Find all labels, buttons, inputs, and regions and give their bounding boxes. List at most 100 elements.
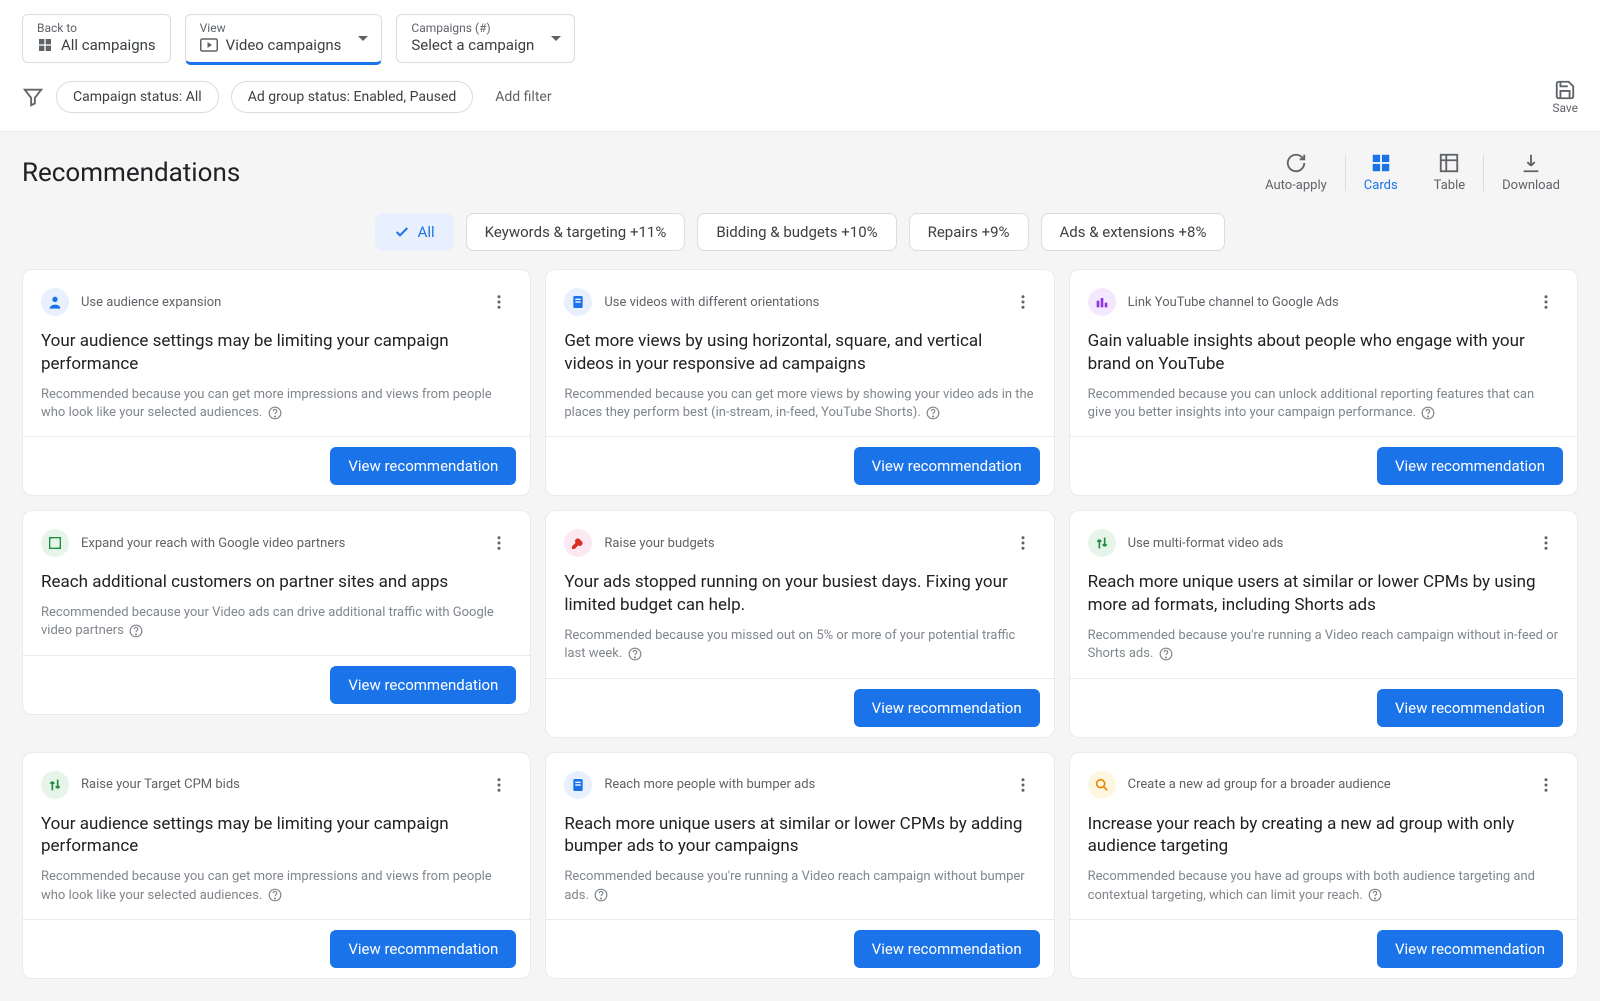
card-type-label: Use audience expansion [81,295,221,310]
card-menu-button[interactable] [1010,772,1036,798]
download-button[interactable]: Download [1484,152,1578,193]
save-button[interactable]: Save [1552,79,1578,115]
view-recommendation-button[interactable]: View recommendation [1377,930,1563,968]
table-view-button[interactable]: Table [1416,152,1483,193]
category-repairs[interactable]: Repairs +9% [909,213,1029,251]
video-icon [200,38,218,52]
recommendation-card: Use multi-format video ads Reach more un… [1069,510,1578,737]
category-ads[interactable]: Ads & extensions +8% [1041,213,1226,251]
recommendation-card: Create a new ad group for a broader audi… [1069,752,1578,979]
view-recommendation-button[interactable]: View recommendation [330,930,516,968]
card-reason: Recommended because you can get more imp… [41,868,512,904]
card-title: Your ads stopped running on your busiest… [564,571,1035,617]
chevron-down-icon [550,35,562,43]
card-title: Reach additional customers on partner si… [41,571,512,594]
auto-apply-button[interactable]: Auto-apply [1247,152,1345,193]
card-menu-button[interactable] [1533,772,1559,798]
card-menu-button[interactable] [1010,530,1036,556]
card-title: Get more views by using horizontal, squa… [564,330,1035,376]
view-recommendation-button[interactable]: View recommendation [1377,689,1563,727]
help-icon[interactable] [268,406,282,420]
help-icon[interactable] [129,624,143,638]
card-type-icon [41,771,69,799]
card-reason: Recommended because you're running a Vid… [564,868,1035,904]
category-bidding[interactable]: Bidding & budgets +10% [697,213,896,251]
help-icon[interactable] [1421,406,1435,420]
card-type-icon [41,288,69,316]
view-recommendation-button[interactable]: View recommendation [330,447,516,485]
filter-chip-campaign-status[interactable]: Campaign status: All [56,81,219,113]
back-to-dropdown[interactable]: Back to All campaigns [22,14,171,63]
back-to-label: Back to [37,21,156,35]
card-title: Reach more unique users at similar or lo… [564,813,1035,859]
cards-label: Cards [1364,178,1398,193]
card-reason: Recommended because you can unlock addit… [1088,386,1559,422]
card-type-icon [1088,771,1116,799]
card-reason: Recommended because your Video ads can d… [41,604,512,640]
save-icon [1554,79,1576,101]
card-type-label: Reach more people with bumper ads [604,777,815,792]
page-title: Recommendations [22,158,240,188]
table-label: Table [1434,178,1465,193]
card-menu-button[interactable] [486,530,512,556]
check-icon [394,224,410,240]
add-filter-button[interactable]: Add filter [485,82,561,112]
card-title: Increase your reach by creating a new ad… [1088,813,1559,859]
category-keywords[interactable]: Keywords & targeting +11% [466,213,686,251]
table-icon [1438,152,1460,174]
help-icon[interactable] [926,406,940,420]
top-controls-bar: Back to All campaigns View Video campaig… [0,0,1600,65]
view-recommendation-button[interactable]: View recommendation [854,930,1040,968]
card-title: Reach more unique users at similar or lo… [1088,571,1559,617]
card-type-label: Use multi-format video ads [1128,536,1284,551]
recommendation-card: Raise your budgets Your ads stopped runn… [545,510,1054,737]
auto-apply-label: Auto-apply [1265,178,1327,193]
filter-icon[interactable] [22,86,44,108]
chevron-down-icon [357,35,369,43]
recommendation-card: Use videos with different orientations G… [545,269,1054,496]
card-type-icon [1088,529,1116,557]
view-recommendation-button[interactable]: View recommendation [854,689,1040,727]
filter-chip-adgroup-status[interactable]: Ad group status: Enabled, Paused [231,81,474,113]
view-recommendation-button[interactable]: View recommendation [854,447,1040,485]
grid-icon [37,37,53,53]
page-header: Recommendations Auto-apply Cards Table [0,132,1600,203]
help-icon[interactable] [1368,888,1382,902]
header-actions: Auto-apply Cards Table Download [1247,152,1578,193]
card-reason: Recommended because you have ad groups w… [1088,868,1559,904]
campaigns-label: Campaigns (#) [411,21,534,35]
back-to-value: All campaigns [61,36,156,54]
view-recommendation-button[interactable]: View recommendation [330,666,516,704]
card-reason: Recommended because you can get more imp… [41,386,512,422]
card-type-label: Link YouTube channel to Google Ads [1128,295,1339,310]
card-menu-button[interactable] [486,772,512,798]
campaigns-dropdown[interactable]: Campaigns (#) Select a campaign [396,14,575,63]
recommendation-card: Raise your Target CPM bids Your audience… [22,752,531,979]
help-icon[interactable] [268,888,282,902]
cards-view-button[interactable]: Cards [1346,152,1416,193]
card-title: Your audience settings may be limiting y… [41,330,512,376]
category-all[interactable]: All [375,213,454,251]
card-menu-button[interactable] [486,289,512,315]
card-type-label: Create a new ad group for a broader audi… [1128,777,1391,792]
card-reason: Recommended because you're running a Vid… [1088,627,1559,663]
help-icon[interactable] [594,888,608,902]
card-title: Gain valuable insights about people who … [1088,330,1559,376]
download-label: Download [1502,178,1560,193]
category-chips: All Keywords & targeting +11% Bidding & … [0,203,1600,269]
help-icon[interactable] [628,647,642,661]
card-menu-button[interactable] [1533,530,1559,556]
view-recommendation-button[interactable]: View recommendation [1377,447,1563,485]
save-label: Save [1552,101,1578,115]
card-type-label: Raise your Target CPM bids [81,777,240,792]
card-reason: Recommended because you can get more vie… [564,386,1035,422]
card-menu-button[interactable] [1533,289,1559,315]
help-icon[interactable] [1159,647,1173,661]
card-menu-button[interactable] [1010,289,1036,315]
recommendation-card: Use audience expansion Your audience set… [22,269,531,496]
card-type-icon [41,529,69,557]
recommendation-card: Link YouTube channel to Google Ads Gain … [1069,269,1578,496]
card-type-icon [1088,288,1116,316]
view-dropdown[interactable]: View Video campaigns [185,14,383,65]
download-icon [1520,152,1542,174]
